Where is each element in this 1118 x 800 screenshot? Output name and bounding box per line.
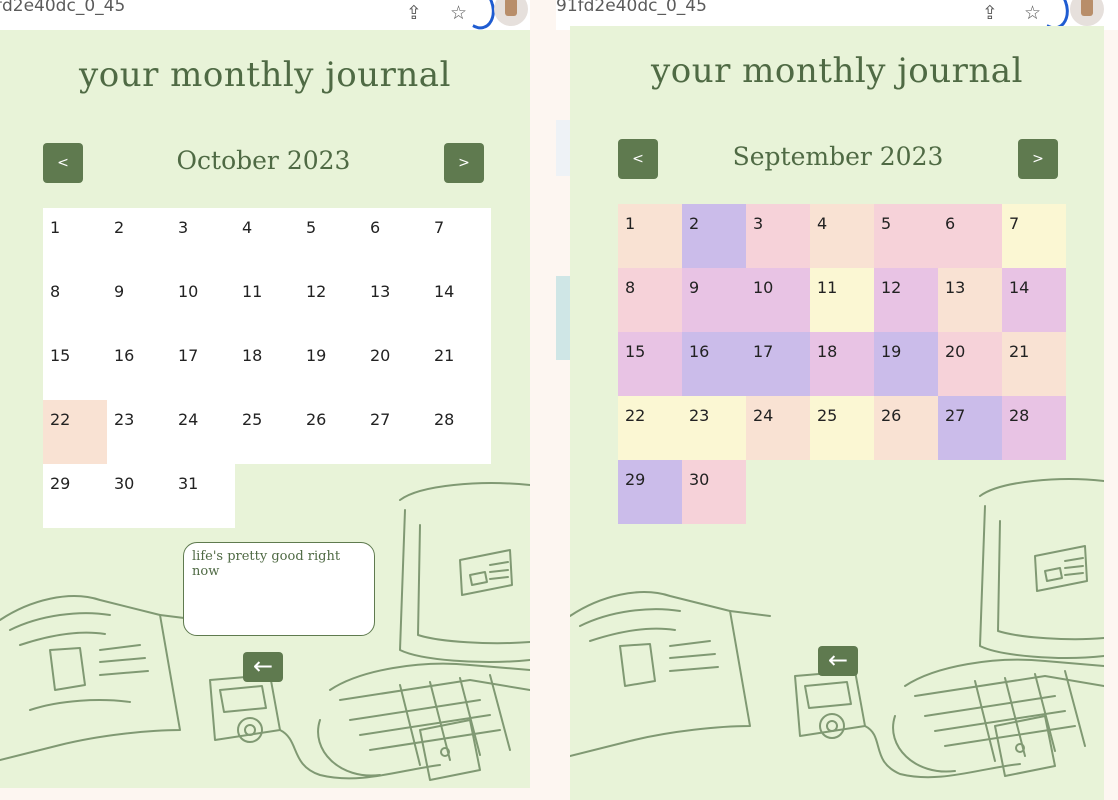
calendar-day-cell[interactable]: 12 [299,272,363,336]
journal-app: your monthly journal < September 2023 > … [570,26,1104,800]
calendar-day-cell[interactable]: 7 [1002,204,1066,268]
calendar-day-cell[interactable]: 1 [618,204,682,268]
calendar-day-cell[interactable]: 1 [43,208,107,272]
calendar-day-cell[interactable]: 29 [43,464,107,528]
calendar-grid: 1 2 3 4 5 6 7 8 9 10 11 12 13 14 15 16 17 18 19 20 21 22 23 24 2… [43,208,491,528]
back-button[interactable]: ← [243,652,283,682]
next-month-button[interactable]: > [1018,139,1058,179]
calendar-day-cell[interactable]: 30 [682,460,746,524]
share-icon[interactable]: ⇪ [982,2,998,24]
calendar-day-cell[interactable]: 12 [874,268,938,332]
calendar-day-cell[interactable]: 8 [43,272,107,336]
calendar-day-cell[interactable]: 13 [363,272,427,336]
calendar-day-cell[interactable]: 15 [618,332,682,396]
calendar-day-cell[interactable]: 8 [618,268,682,332]
month-title: September 2023 [732,142,944,171]
calendar-day-cell[interactable]: 22 [43,400,107,464]
calendar-day-cell[interactable]: 16 [682,332,746,396]
calendar-day-cell[interactable]: 2 [107,208,171,272]
calendar-day-cell[interactable]: 7 [427,208,491,272]
calendar-day-cell[interactable]: 21 [427,336,491,400]
background-page-strip [556,276,570,360]
calendar-day-cell[interactable]: 24 [746,396,810,460]
left-browser-window: fd2e40dc_0_45 ⇪ ☆ your monthly journal <… [0,0,530,800]
calendar-day-cell[interactable]: 14 [1002,268,1066,332]
url-text[interactable]: fd2e40dc_0_45 [0,0,125,16]
background-page-strip [556,120,570,176]
calendar-day-cell[interactable]: 18 [810,332,874,396]
calendar-day-cell[interactable]: 26 [299,400,363,464]
url-text[interactable]: 91fd2e40dc_0_45 [556,0,707,16]
calendar-day-cell[interactable]: 28 [427,400,491,464]
share-icon[interactable]: ⇪ [406,2,422,24]
calendar-day-cell[interactable]: 27 [363,400,427,464]
calendar-day-cell[interactable]: 27 [938,396,1002,460]
journal-app: your monthly journal < October 2023 > 12… [0,30,530,788]
calendar-day-cell[interactable]: 21 [1002,332,1066,396]
calendar-day-cell[interactable]: 31 [171,464,235,528]
calendar-day-cell[interactable]: 18 [235,336,299,400]
calendar-day-cell[interactable]: 17 [746,332,810,396]
calendar-day-cell[interactable]: 2 [682,204,746,268]
back-button[interactable]: ← [818,646,858,676]
calendar-day-cell[interactable]: 4 [810,204,874,268]
calendar-day-cell[interactable]: 15 [43,336,107,400]
calendar-day-cell[interactable]: 3 [171,208,235,272]
calendar-day-cell[interactable]: 13 [938,268,1002,332]
calendar-day-cell[interactable]: 25 [810,396,874,460]
page-title: your monthly journal [651,51,1023,91]
calendar-day-cell[interactable]: 30 [107,464,171,528]
journal-note[interactable]: life's pretty good right now [183,542,375,636]
calendar-day-cell[interactable]: 19 [299,336,363,400]
calendar-grid: 1 2 3 4 5 6 7 8 9 10 11 12 13 14 15 16 17 18 19 20 21 22 23 24 2… [618,204,1066,524]
calendar-day-cell[interactable]: 10 [746,268,810,332]
calendar-day-cell[interactable]: 28 [1002,396,1066,460]
prev-month-button[interactable]: < [43,143,83,183]
calendar-day-cell[interactable]: 14 [427,272,491,336]
page-title: your monthly journal [79,55,451,95]
calendar-day-cell[interactable]: 24 [171,400,235,464]
calendar-day-cell[interactable]: 5 [299,208,363,272]
calendar-day-cell[interactable]: 6 [363,208,427,272]
next-month-button[interactable]: > [444,143,484,183]
calendar-day-cell[interactable]: 19 [874,332,938,396]
avatar[interactable] [494,0,528,26]
avatar[interactable] [1070,0,1104,26]
calendar-day-cell[interactable]: 23 [107,400,171,464]
calendar-day-cell[interactable]: 11 [810,268,874,332]
calendar-day-cell[interactable]: 10 [171,272,235,336]
right-browser-window: 91fd2e40dc_0_45 ⇪ ☆ your monthly journal… [556,0,1118,800]
calendar-day-cell[interactable]: 25 [235,400,299,464]
calendar-day-cell[interactable]: 5 [874,204,938,268]
calendar-day-cell[interactable]: 20 [363,336,427,400]
calendar-day-cell[interactable]: 6 [938,204,1002,268]
calendar-day-cell[interactable]: 16 [107,336,171,400]
calendar-day-cell[interactable]: 3 [746,204,810,268]
calendar-day-cell[interactable]: 22 [618,396,682,460]
calendar-day-cell[interactable]: 26 [874,396,938,460]
month-title: October 2023 [176,146,351,175]
calendar-day-cell[interactable]: 9 [682,268,746,332]
calendar-day-cell[interactable]: 20 [938,332,1002,396]
prev-month-button[interactable]: < [618,139,658,179]
browser-toolbar: fd2e40dc_0_45 ⇪ ☆ [0,0,530,35]
calendar-day-cell[interactable]: 23 [682,396,746,460]
calendar-day-cell[interactable]: 9 [107,272,171,336]
calendar-day-cell[interactable]: 17 [171,336,235,400]
calendar-day-cell[interactable]: 29 [618,460,682,524]
calendar-day-cell[interactable]: 4 [235,208,299,272]
calendar-day-cell[interactable]: 11 [235,272,299,336]
